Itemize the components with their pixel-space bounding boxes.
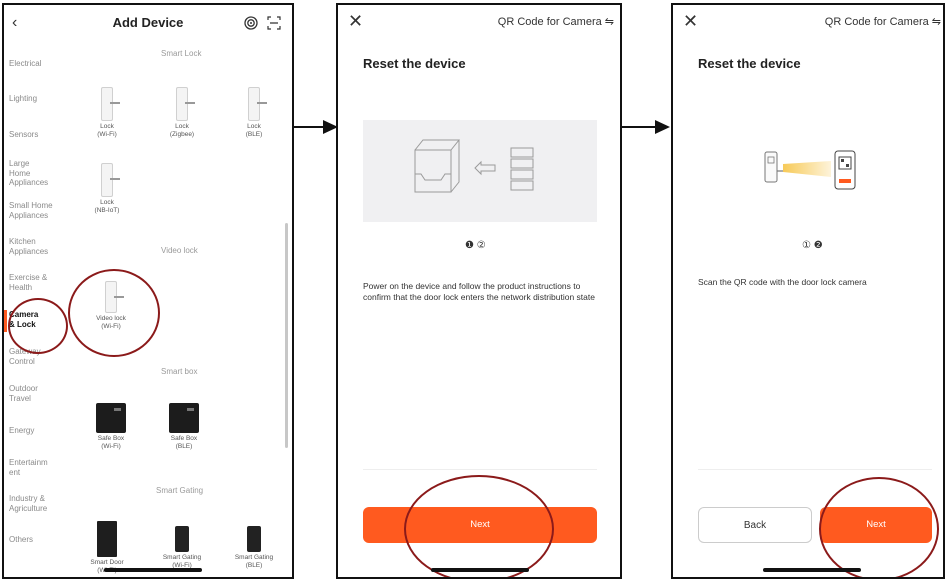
device-smart-door-wifi[interactable]: Smart Door(Wi-Fi) — [77, 521, 137, 575]
section-title-smart-box: Smart box — [161, 367, 198, 376]
lock-image — [101, 87, 120, 121]
active-category-indicator — [4, 310, 7, 332]
close-icon[interactable]: ✕ — [683, 11, 698, 32]
category-electrical[interactable]: Electrical — [9, 59, 79, 69]
annotation-circle-camera-lock — [8, 298, 68, 354]
instruction-text: Scan the QR code with the door lock came… — [698, 277, 867, 287]
category-large-home-appliances[interactable]: Large Home Appliances — [9, 159, 49, 188]
home-indicator — [763, 568, 861, 572]
add-device-screen: ‹ Add Device Electrical Lighting Sensors… — [2, 3, 294, 579]
header: ‹ Add Device — [4, 5, 292, 39]
reset-device-step2-screen: ✕ QR Code for Camera ⇋ Reset the device … — [671, 3, 945, 579]
reset-illustration — [363, 120, 597, 222]
category-outdoor-travel[interactable]: Outdoor Travel — [9, 384, 49, 403]
lock-image — [101, 163, 120, 197]
device-smart-gating-ble[interactable]: Smart Gating (BLE) — [224, 526, 284, 570]
header-title: QR Code for Camera ⇋ — [497, 16, 614, 28]
page-title: Reset the device — [698, 56, 801, 71]
category-others[interactable]: Others — [9, 535, 79, 545]
home-indicator — [431, 568, 529, 572]
device-safe-box-ble[interactable]: Safe Box (BLE) — [154, 403, 214, 451]
lock-image — [176, 87, 195, 121]
divider — [698, 469, 932, 470]
smart-gating-image — [175, 526, 189, 552]
annotation-circle-next — [404, 475, 554, 577]
section-title-smart-gating: Smart Gating — [156, 486, 204, 495]
category-energy[interactable]: Energy — [9, 426, 79, 436]
safe-box-image — [96, 403, 126, 433]
smart-door-image — [97, 521, 117, 557]
header-title: QR Code for Camera ⇋ — [824, 16, 941, 28]
step-indicator: ① ❷ — [802, 240, 823, 251]
device-smart-gating-wifi[interactable]: Smart Gating (Wi-Fi) — [152, 526, 212, 570]
device-lock-zigbee[interactable]: Lock (Zigbee) — [152, 87, 212, 139]
category-small-home-appliances[interactable]: Small Home Appliances — [9, 201, 64, 220]
home-indicator — [104, 568, 202, 572]
device-power-illustration-icon — [414, 139, 534, 193]
lock-scan-qr-illustration-icon — [764, 150, 856, 190]
smart-gating-image — [247, 526, 261, 552]
device-lock-nbiot[interactable]: Lock (NB-IoT) — [77, 163, 137, 215]
category-kitchen-appliances[interactable]: Kitchen Appliances — [9, 237, 59, 256]
safe-box-image — [169, 403, 199, 433]
lock-image — [248, 87, 267, 121]
category-entertainment[interactable]: Entertainm ent — [9, 458, 54, 477]
flow-arrow-icon — [293, 120, 338, 134]
scan-radar-icon[interactable] — [244, 16, 258, 30]
step-indicator: ❶ ② — [465, 240, 486, 251]
instruction-text: Power on the device and follow the produ… — [363, 281, 595, 302]
page-title: Reset the device — [363, 56, 466, 71]
category-lighting[interactable]: Lighting — [9, 94, 79, 104]
qr-scan-icon[interactable] — [267, 16, 281, 30]
section-title-smart-lock: Smart Lock — [161, 49, 202, 58]
category-exercise-health[interactable]: Exercise & Health — [9, 273, 49, 292]
category-sensors[interactable]: Sensors — [9, 130, 79, 140]
reset-device-step1-screen: ✕ QR Code for Camera ⇋ Reset the device … — [336, 3, 622, 579]
scrollbar[interactable] — [285, 223, 288, 448]
close-icon[interactable]: ✕ — [348, 11, 363, 32]
flow-arrow-icon — [621, 120, 670, 134]
divider — [363, 469, 597, 470]
device-lock-ble[interactable]: Lock (BLE) — [224, 87, 284, 139]
section-title-video-lock: Video lock — [161, 246, 198, 255]
back-button[interactable]: Back — [698, 507, 812, 543]
annotation-circle-next — [819, 477, 939, 577]
device-safe-box-wifi[interactable]: Safe Box (Wi-Fi) — [81, 403, 141, 451]
category-industry-agriculture[interactable]: Industry & Agriculture — [9, 494, 54, 513]
device-lock-wifi[interactable]: Lock (Wi-Fi) — [77, 87, 137, 139]
annotation-circle-video-lock — [68, 269, 160, 357]
